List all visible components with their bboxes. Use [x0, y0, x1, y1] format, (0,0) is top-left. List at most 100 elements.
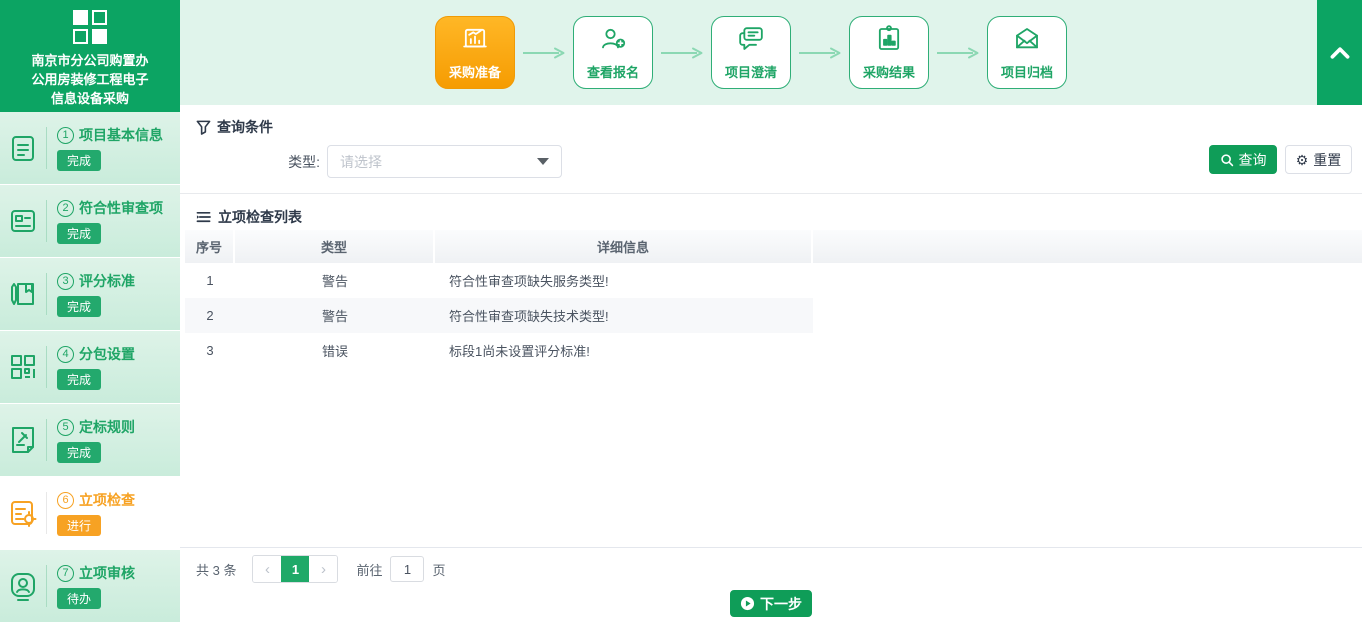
sidebar-item-label: 分包设置 — [79, 344, 135, 364]
check-results-table: 1 警告 符合性审查项缺失服务类型! 2 警告 符合性审查项缺失技术类型! 3 … — [185, 263, 813, 368]
table-row: 3 错误 标段1尚未设置评分标准! — [185, 333, 813, 368]
sidebar: 南京市分公司购置办公用房装修工程电子信息设备采购 1 项目基本信息 完成 — [0, 0, 180, 623]
step-number: 3 — [57, 273, 74, 290]
step-project-clarification[interactable]: 项目澄清 — [711, 16, 791, 89]
status-badge: 进行 — [57, 515, 101, 536]
sidebar-item-project-basic-info[interactable]: 1 项目基本信息 完成 — [0, 112, 180, 184]
step-number: 2 — [57, 200, 74, 217]
total-count: 共 3 条 — [196, 560, 236, 579]
app-logo-icon — [72, 10, 108, 46]
main-content: 查询条件 类型: 请选择 查询 ⚙ 重置 立 — [180, 105, 1362, 623]
status-badge: 完成 — [57, 150, 101, 171]
table-row: 1 警告 符合性审查项缺失服务类型! — [185, 263, 813, 298]
cell-no: 1 — [185, 273, 235, 288]
list-section-title: 立项检查列表 — [180, 193, 1362, 230]
table-header-row: 序号 类型 详细信息 — [185, 230, 1362, 263]
webcam-person-icon — [0, 570, 46, 602]
document-gavel-icon — [0, 424, 46, 456]
collapse-panel-button[interactable] — [1317, 0, 1362, 105]
play-icon — [740, 596, 755, 611]
step-number: 1 — [57, 127, 74, 144]
sidebar-item-award-rules[interactable]: 5 定标规则 完成 — [0, 404, 180, 476]
empty-space — [180, 368, 1362, 547]
chart-board-icon — [460, 24, 490, 59]
pen-notebook-icon — [0, 278, 46, 310]
step-view-registration[interactable]: 查看报名 — [573, 16, 653, 89]
clipboard-gear-icon — [0, 497, 46, 529]
sidebar-item-label: 项目基本信息 — [79, 125, 163, 145]
prev-page-button[interactable]: ‹ — [253, 556, 281, 582]
sidebar-item-compliance-review[interactable]: 2符合性审查项 完成 — [0, 185, 180, 257]
cell-detail: 标段1尚未设置评分标准! — [435, 341, 813, 360]
clipboard-lines-icon — [0, 132, 46, 164]
next-page-button[interactable]: › — [309, 556, 337, 582]
sidebar-item-label: 定标规则 — [79, 417, 135, 437]
type-select[interactable]: 请选择 — [327, 145, 562, 178]
select-placeholder: 请选择 — [340, 152, 537, 172]
goto-page-input[interactable] — [390, 556, 424, 582]
footer-bar: 下一步 — [180, 590, 1362, 623]
app-window: 南京市分公司购置办公用房装修工程电子信息设备采购 1 项目基本信息 完成 — [0, 0, 1362, 623]
sidebar-item-project-audit[interactable]: 7立项审核 待办 — [0, 550, 180, 622]
step-number: 4 — [57, 346, 74, 363]
status-badge: 待办 — [57, 588, 101, 609]
status-badge: 完成 — [57, 442, 101, 463]
search-icon — [1220, 153, 1234, 167]
page-suffix: 页 — [432, 560, 445, 579]
step-label: 查看报名 — [587, 62, 639, 81]
gear-icon: ⚙ — [1296, 153, 1309, 167]
process-stepper: 采购准备 查看报名 — [435, 16, 1067, 89]
cell-no: 2 — [185, 308, 235, 323]
sidebar-item-label: 立项检查 — [79, 490, 135, 510]
column-header-detail: 详细信息 — [435, 230, 813, 263]
project-header: 南京市分公司购置办公用房装修工程电子信息设备采购 — [0, 0, 180, 112]
column-header-empty — [813, 230, 1362, 263]
goto-label: 前往 — [356, 560, 382, 579]
sidebar-item-project-check[interactable]: 6 立项检查 进行 — [0, 477, 180, 549]
step-procurement-prepare[interactable]: 采购准备 — [435, 16, 515, 89]
cell-type: 错误 — [235, 341, 435, 360]
current-page-button[interactable]: 1 — [281, 556, 309, 582]
id-card-icon — [0, 205, 46, 237]
chevron-up-icon — [1327, 40, 1353, 66]
grid-qr-icon — [0, 351, 46, 383]
step-label: 采购准备 — [449, 62, 501, 81]
pager: ‹ 1 › — [252, 555, 338, 583]
envelope-icon — [1012, 24, 1042, 59]
list-icon — [196, 210, 211, 224]
step-number: 6 — [57, 492, 74, 509]
table-row: 2 警告 符合性审查项缺失技术类型! — [185, 298, 813, 333]
reset-button[interactable]: ⚙ 重置 — [1285, 145, 1352, 174]
status-badge: 完成 — [57, 296, 101, 317]
arrow-right-icon — [797, 47, 843, 59]
step-number: 5 — [57, 419, 74, 436]
search-button[interactable]: 查询 — [1209, 145, 1277, 174]
type-label: 类型: — [268, 152, 320, 172]
clipboard-chart-icon — [874, 24, 904, 59]
pagination-bar: 共 3 条 ‹ 1 › 前往 页 — [180, 547, 1362, 590]
arrow-right-icon — [521, 47, 567, 59]
status-badge: 完成 — [57, 223, 101, 244]
sidebar-item-scoring-standard[interactable]: 3 评分标准 完成 — [0, 258, 180, 330]
sidebar-nav: 1 项目基本信息 完成 2符合性审查项 完成 — [0, 112, 180, 622]
step-label: 项目归档 — [1001, 62, 1053, 81]
query-filter-row: 类型: 请选择 查询 ⚙ 重置 — [180, 135, 1362, 193]
status-badge: 完成 — [57, 369, 101, 390]
sidebar-item-label: 评分标准 — [79, 271, 135, 291]
step-label: 采购结果 — [863, 62, 915, 81]
sidebar-item-label: 立项审核 — [79, 563, 135, 583]
project-title: 南京市分公司购置办公用房装修工程电子信息设备采购 — [26, 52, 154, 109]
step-label: 项目澄清 — [725, 62, 777, 81]
chevron-down-icon — [537, 158, 549, 165]
step-project-archive[interactable]: 项目归档 — [987, 16, 1067, 89]
user-add-icon — [598, 24, 628, 59]
sidebar-item-package-settings[interactable]: 4 分包设置 完成 — [0, 331, 180, 403]
chat-bubbles-icon — [736, 24, 766, 59]
cell-detail: 符合性审查项缺失技术类型! — [435, 306, 813, 325]
next-step-button[interactable]: 下一步 — [730, 590, 812, 617]
arrow-right-icon — [935, 47, 981, 59]
cell-type: 警告 — [235, 271, 435, 290]
query-section-title: 查询条件 — [180, 105, 1362, 135]
cell-no: 3 — [185, 343, 235, 358]
step-procurement-result[interactable]: 采购结果 — [849, 16, 929, 89]
